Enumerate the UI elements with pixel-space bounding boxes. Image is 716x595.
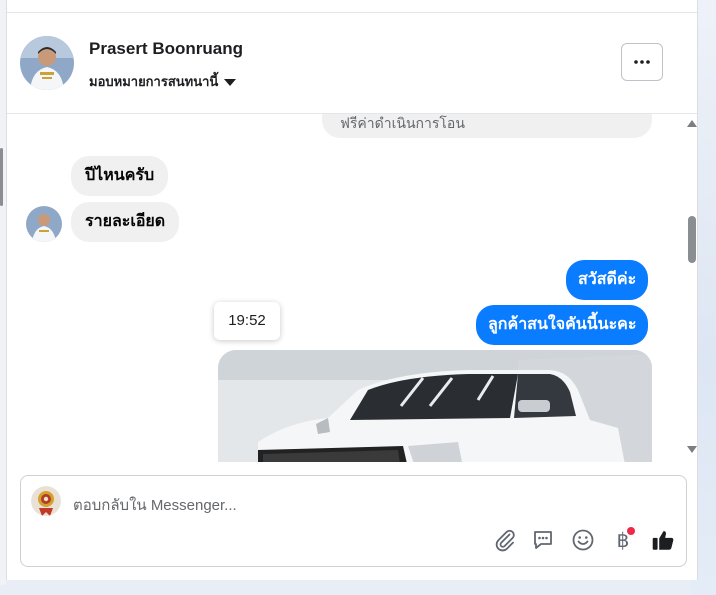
notification-dot [627,527,635,535]
message-list: ฟรีค่าดำเนินการโอน ปีไหนครับ รายละเอียด … [7,114,687,462]
like-button[interactable] [649,526,677,554]
contact-avatar[interactable] [20,36,74,90]
scroll-down-icon[interactable] [687,446,697,453]
timestamp-tooltip: 19:52 [214,302,280,340]
assign-conversation-dropdown[interactable]: มอบหมายการสนทนานี้ [89,71,237,92]
left-scrollbar-thumb[interactable] [0,148,3,206]
saved-reply-icon [534,531,552,549]
attach-icon [495,529,515,552]
conversation-panel: Prasert Boonruang มอบหมายการสนทนานี้ ฟรี… [6,0,698,580]
scrollbar-thumb[interactable] [688,216,696,263]
car-photo-attachment[interactable] [218,350,652,462]
contact-avatar-small[interactable] [26,206,62,242]
reply-composer: ฿ [20,475,687,567]
like-icon [652,531,674,550]
reply-input[interactable] [73,494,593,516]
emoji-button[interactable] [569,526,597,554]
message-bubble-incoming[interactable]: รายละเอียด [71,202,180,242]
chevron-down-icon [224,79,237,87]
assign-label: มอบหมายการสนทนานี้ [89,74,219,89]
attach-button[interactable] [491,526,519,554]
more-options-button[interactable] [621,43,663,81]
message-bubble-incoming[interactable]: ปีไหนครับ [71,156,169,196]
emoji-icon [572,529,594,551]
payment-button[interactable]: ฿ [609,526,637,554]
message-bubble-outgoing[interactable]: ลูกค้าสนใจคันนี้นะคะ [476,305,649,345]
scroll-up-icon[interactable] [687,120,697,127]
contact-name[interactable]: Prasert Boonruang [89,39,243,59]
more-icon [634,60,650,64]
message-bubble-outgoing[interactable]: สวัสดีค่ะ [566,260,649,300]
saved-reply-button[interactable] [529,526,557,554]
message-bubble-outgoing-partial: ฟรีค่าดำเนินการโอน [322,114,652,138]
page-avatar [31,486,61,516]
conversation-header: Prasert Boonruang มอบหมายการสนทนานี้ [7,13,697,114]
